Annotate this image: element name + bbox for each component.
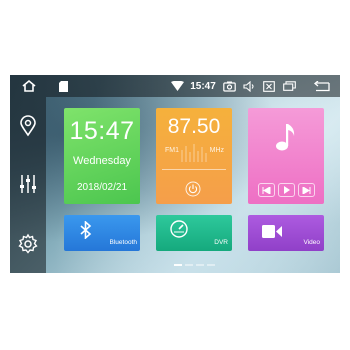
volume-icon[interactable] xyxy=(242,78,256,94)
settings-icon[interactable] xyxy=(17,233,39,255)
page-dot-active[interactable] xyxy=(174,264,182,266)
video-app[interactable]: Video xyxy=(248,215,324,251)
next-icon[interactable] xyxy=(298,183,315,197)
clock-day: Wednesday xyxy=(73,155,131,167)
status-time: 15:47 xyxy=(190,80,216,92)
radio-unit: MHz xyxy=(209,147,224,154)
page-dot[interactable] xyxy=(196,264,204,266)
radio-widget[interactable]: 87.50 FM1 MHz xyxy=(156,108,232,204)
speedometer-icon xyxy=(170,220,188,238)
radio-band: FM1 xyxy=(165,147,179,154)
side-nav xyxy=(10,97,46,273)
power-icon[interactable] xyxy=(185,181,201,197)
camera-icon[interactable] xyxy=(222,78,236,94)
clock-date: 2018/02/21 xyxy=(76,182,128,193)
previous-icon[interactable] xyxy=(258,183,275,197)
music-widget[interactable] xyxy=(248,108,324,204)
close-window-icon[interactable] xyxy=(262,78,276,94)
dvr-app[interactable]: DVR xyxy=(156,215,232,251)
video-label: Video xyxy=(303,239,320,246)
frequency-meter-icon xyxy=(181,144,207,162)
home-icon[interactable] xyxy=(20,78,38,94)
dvr-label: DVR xyxy=(214,239,228,246)
play-icon[interactable] xyxy=(278,183,295,197)
status-bar: 15:47 xyxy=(10,75,340,97)
bluetooth-label: Bluetooth xyxy=(109,239,137,246)
clock-time: 15:47 xyxy=(69,117,135,145)
clock-widget[interactable]: 15:47 Wednesday 2018/02/21 xyxy=(64,108,140,204)
location-pin-icon[interactable] xyxy=(17,115,39,137)
page-dot[interactable] xyxy=(185,264,193,266)
video-camera-icon xyxy=(262,225,282,238)
sd-card-icon xyxy=(58,78,68,94)
page-dot[interactable] xyxy=(207,264,215,266)
tuning-scale xyxy=(162,169,226,170)
bluetooth-app[interactable]: Bluetooth xyxy=(64,215,140,251)
wifi-icon xyxy=(170,78,184,94)
radio-frequency: 87.50 xyxy=(167,115,221,138)
bluetooth-icon xyxy=(79,220,93,240)
equalizer-icon[interactable] xyxy=(17,173,39,195)
head-unit-screen: 15:47 15:47 Wednesday 2018/02/21 87.50 F… xyxy=(10,75,340,273)
back-icon[interactable] xyxy=(312,78,330,94)
music-note-icon xyxy=(275,122,299,152)
recent-apps-icon[interactable] xyxy=(282,78,296,94)
